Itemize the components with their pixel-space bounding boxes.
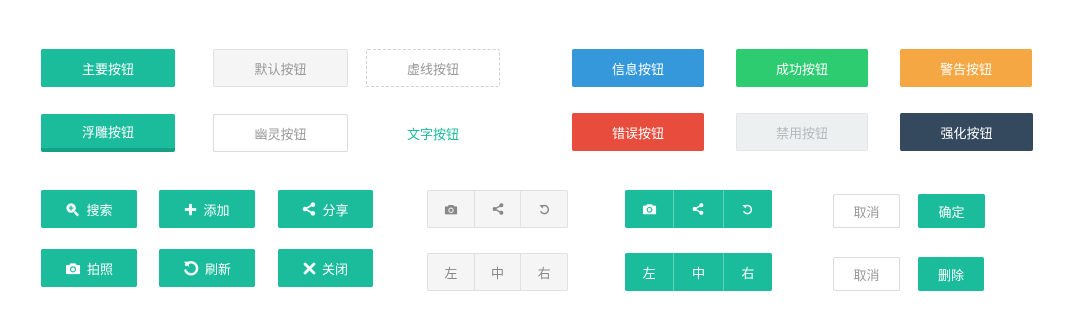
group-right-button[interactable]: 右 (520, 254, 567, 290)
search-button[interactable]: 搜索 (41, 190, 137, 228)
cancel-delete-button-label: 取消 (853, 268, 880, 284)
refresh-button[interactable]: 刷新 (159, 249, 255, 287)
group-center-label: 中 (491, 266, 505, 282)
group-center-button[interactable]: 中 (473, 254, 521, 290)
delete-button[interactable]: 删除 (918, 257, 984, 291)
danger-button[interactable]: 错误按钮 (572, 113, 704, 151)
camera-icon (642, 202, 657, 216)
photo-button[interactable]: 拍照 (41, 249, 137, 287)
photo-button-label: 拍照 (86, 262, 113, 278)
refresh-icon (183, 260, 199, 276)
cancel-button-label: 取消 (853, 205, 880, 221)
raised-button-label: 浮雕按钮 (81, 125, 134, 141)
ghost-button-label: 幽灵按钮 (254, 127, 307, 143)
disabled-button: 禁用按钮 (736, 113, 868, 151)
group-left-button[interactable]: 左 (428, 254, 474, 290)
close-button[interactable]: 关闭 (278, 249, 373, 287)
share-icon (692, 203, 704, 215)
refresh-button-label: 刷新 (204, 262, 231, 278)
icon-button-group-light (427, 190, 568, 228)
solid-group-left-button[interactable]: 左 (625, 253, 673, 291)
text-button-group-solid: 左 中 右 (625, 253, 772, 291)
group-left-label: 左 (444, 266, 458, 282)
solid-group-right-button[interactable]: 右 (722, 253, 772, 291)
solid-group-center-button[interactable]: 中 (673, 253, 722, 291)
add-button[interactable]: 添加 (159, 190, 255, 228)
camera-icon (444, 203, 458, 216)
solid-group-share-button[interactable] (673, 190, 722, 228)
group-camera-button[interactable] (428, 191, 474, 227)
group-right-label: 右 (537, 266, 551, 282)
danger-button-label: 错误按钮 (611, 126, 664, 142)
primary-button-label: 主要按钮 (81, 62, 134, 78)
close-icon (303, 262, 316, 275)
plus-icon (184, 203, 197, 216)
dark-button[interactable]: 强化按钮 (900, 113, 1033, 151)
group-share-button[interactable] (473, 191, 521, 227)
warning-button-label: 警告按钮 (939, 62, 992, 78)
info-button[interactable]: 信息按钮 (572, 49, 704, 87)
share-button-label: 分享 (322, 203, 349, 219)
delete-button-label: 删除 (937, 268, 964, 284)
warning-button[interactable]: 警告按钮 (900, 49, 1032, 87)
cancel-delete-button[interactable]: 取消 (833, 257, 900, 291)
confirm-button[interactable]: 确定 (918, 194, 985, 228)
dashed-button[interactable]: 虚线按钮 (366, 49, 500, 87)
solid-group-right-label: 右 (741, 266, 755, 282)
undo-icon (741, 203, 754, 216)
default-button[interactable]: 默认按钮 (213, 49, 348, 87)
solid-group-undo-button[interactable] (722, 190, 772, 228)
ghost-button[interactable]: 幽灵按钮 (213, 114, 348, 152)
close-button-label: 关闭 (321, 262, 348, 278)
share-icon (302, 202, 316, 216)
dark-button-label: 强化按钮 (940, 126, 993, 142)
icon-button-group-solid (625, 190, 772, 228)
default-button-label: 默认按钮 (254, 62, 307, 78)
camera-icon (65, 261, 81, 276)
info-button-label: 信息按钮 (611, 62, 664, 78)
solid-group-center-label: 中 (691, 266, 705, 282)
share-icon (492, 203, 504, 215)
solid-group-left-label: 左 (642, 266, 656, 282)
group-undo-button[interactable] (520, 191, 567, 227)
success-button-label: 成功按钮 (775, 62, 828, 78)
share-button[interactable]: 分享 (278, 190, 373, 228)
add-button-label: 添加 (203, 203, 230, 219)
dashed-button-label: 虚线按钮 (406, 62, 459, 78)
raised-button[interactable]: 浮雕按钮 (41, 114, 175, 152)
search-button-label: 搜索 (86, 203, 113, 219)
text-button-label: 文字按钮 (406, 127, 459, 143)
undo-icon (538, 203, 551, 216)
text-button-group-light: 左 中 右 (427, 253, 568, 291)
primary-button[interactable]: 主要按钮 (41, 49, 175, 87)
success-button[interactable]: 成功按钮 (736, 49, 868, 87)
text-button[interactable]: 文字按钮 (366, 114, 500, 152)
cancel-button[interactable]: 取消 (833, 194, 900, 228)
disabled-button-label: 禁用按钮 (775, 126, 828, 142)
search-plus-icon (65, 202, 80, 217)
confirm-button-label: 确定 (938, 205, 965, 221)
solid-group-camera-button[interactable] (625, 190, 673, 228)
